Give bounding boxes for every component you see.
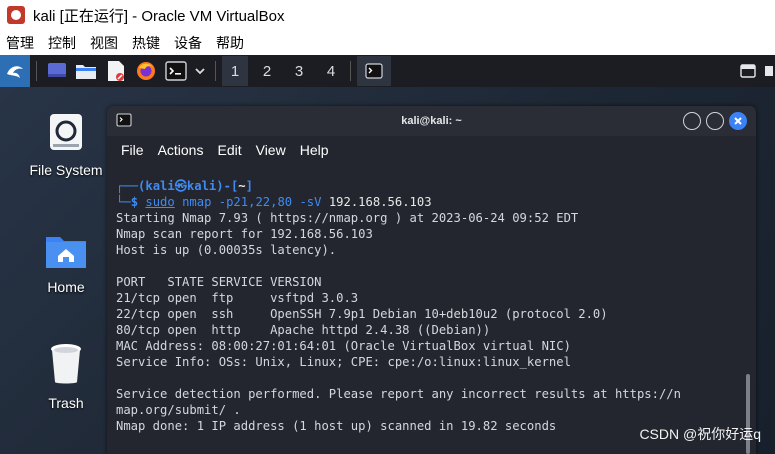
trash-icon	[51, 344, 81, 384]
home-folder-icon	[46, 237, 86, 268]
prompt-path: ~	[238, 179, 246, 193]
output-line: Nmap scan report for 192.168.56.103	[116, 227, 373, 241]
terminal-menu-edit[interactable]: Edit	[217, 142, 241, 158]
terminal-menu-file[interactable]: File	[121, 142, 144, 158]
tray-window-icon	[740, 64, 756, 78]
output-line: Service Info: OSs: Unix, Linux; CPE: cpe…	[116, 355, 571, 369]
desktop-icon-home[interactable]: Home	[21, 232, 111, 295]
command-name: sudo	[145, 195, 175, 209]
text-editor-button[interactable]	[101, 58, 131, 84]
tray-overflow-button[interactable]	[761, 58, 775, 84]
file-manager-button[interactable]	[71, 58, 101, 84]
show-desktop-button[interactable]	[43, 58, 71, 84]
terminal-menu-actions[interactable]: Actions	[158, 142, 204, 158]
terminal-menu-help[interactable]: Help	[300, 142, 329, 158]
chevron-down-icon	[195, 68, 205, 75]
desktop-icon-file-system[interactable]: File System	[21, 111, 111, 178]
prompt-line-2: └─$ sudo nmap -p21,22,80 -sV 192.168.56.…	[116, 194, 736, 210]
csdn-watermark: CSDN @祝你好运q	[639, 426, 761, 442]
desktop-icon-trash[interactable]: Trash	[21, 342, 111, 411]
terminal-icon	[365, 63, 383, 79]
terminal-menu-view[interactable]: View	[256, 142, 286, 158]
workspace-1[interactable]: 1	[222, 56, 248, 86]
terminal-icon	[165, 61, 187, 81]
prompt-frame: ]	[245, 179, 253, 193]
prompt-dollar: $	[130, 195, 146, 209]
prompt-frame: ┌──(	[116, 179, 146, 193]
terminal-menubar: File Actions Edit View Help	[107, 136, 756, 164]
vbox-titlebar: kali [正在运行] - Oracle VM VirtualBox	[0, 0, 775, 30]
terminal-title: kali@kali: ~	[401, 115, 462, 127]
firefox-icon	[137, 62, 155, 80]
menu-hotkey[interactable]: 热键	[132, 33, 160, 53]
prompt-at: ㉿	[174, 179, 187, 193]
output-line: 22/tcp open ssh OpenSSH 7.9p1 Debian 10+…	[116, 307, 608, 321]
kali-dragon-icon	[7, 66, 23, 78]
output-line: PORT STATE SERVICE VERSION	[116, 275, 322, 289]
output-line: Service detection performed. Please repo…	[116, 387, 681, 401]
output-line: Host is up (0.00035s latency).	[116, 243, 337, 257]
output-line: MAC Address: 08:00:27:01:64:01 (Oracle V…	[116, 339, 571, 353]
kali-panel: 1 2 3 4	[0, 55, 775, 87]
command-target: 192.168.56.103	[328, 195, 432, 209]
prompt-frame: └─	[116, 195, 131, 209]
prompt-line-1: ┌──(kali㉿kali)-[~]	[116, 178, 736, 194]
minimize-button[interactable]	[683, 112, 701, 130]
menu-devices[interactable]: 设备	[174, 33, 202, 53]
tray-partial-icon	[765, 66, 773, 76]
desktop-icon-label: Trash	[48, 395, 84, 411]
maximize-button[interactable]	[706, 112, 724, 130]
firefox-button[interactable]	[131, 58, 161, 84]
workspace-3[interactable]: 3	[286, 56, 312, 86]
prompt-host: kali	[186, 179, 217, 193]
menu-control[interactable]: 控制	[48, 33, 76, 53]
command-args: nmap -p21,22,80 -sV	[174, 195, 329, 209]
workspace-4[interactable]: 4	[318, 56, 344, 86]
virtualbox-logo-icon	[7, 6, 25, 24]
close-icon	[734, 117, 742, 125]
window-title: kali [正在运行] - Oracle VM VirtualBox	[33, 7, 285, 25]
output-line: 80/tcp open http Apache httpd 2.4.38 ((D…	[116, 323, 491, 337]
taskbar-terminal-window[interactable]	[357, 56, 391, 86]
menu-help[interactable]: 帮助	[216, 33, 244, 53]
prompt-frame: )-[	[216, 179, 239, 193]
terminal-launcher-button[interactable]	[161, 58, 191, 84]
drive-icon	[50, 114, 82, 150]
desktop-icon-label: File System	[29, 162, 103, 178]
desktop-icon	[48, 63, 66, 77]
output-line: Starting Nmap 7.93 ( https://nmap.org ) …	[116, 211, 579, 225]
panel-separator	[215, 61, 216, 81]
terminal-output[interactable]: ┌──(kali㉿kali)-[~] └─$ sudo nmap -p21,22,…	[116, 178, 736, 454]
terminal-titlebar[interactable]: kali@kali: ~	[107, 106, 756, 136]
launcher-dropdown-button[interactable]	[191, 58, 209, 84]
terminal-window[interactable]: kali@kali: ~ File Actions Edit View Help…	[107, 106, 756, 454]
menu-view[interactable]: 视图	[90, 33, 118, 53]
close-button[interactable]	[729, 112, 747, 130]
menu-manage[interactable]: 管理	[6, 33, 34, 53]
vbox-menubar: 管理 控制 视图 热键 设备 帮助	[0, 30, 775, 55]
text-editor-icon	[108, 61, 124, 81]
panel-separator	[36, 61, 37, 81]
workspace-2[interactable]: 2	[254, 56, 280, 86]
output-line: map.org/submit/ .	[116, 403, 241, 417]
tray-button[interactable]	[735, 58, 761, 84]
output-line: 21/tcp open ftp vsftpd 3.0.3	[116, 291, 359, 305]
folder-icon	[76, 65, 96, 79]
kali-menu-button[interactable]	[0, 55, 30, 87]
panel-separator	[350, 61, 351, 81]
prompt-user: kali	[145, 179, 175, 193]
desktop-icon-label: Home	[47, 279, 85, 295]
